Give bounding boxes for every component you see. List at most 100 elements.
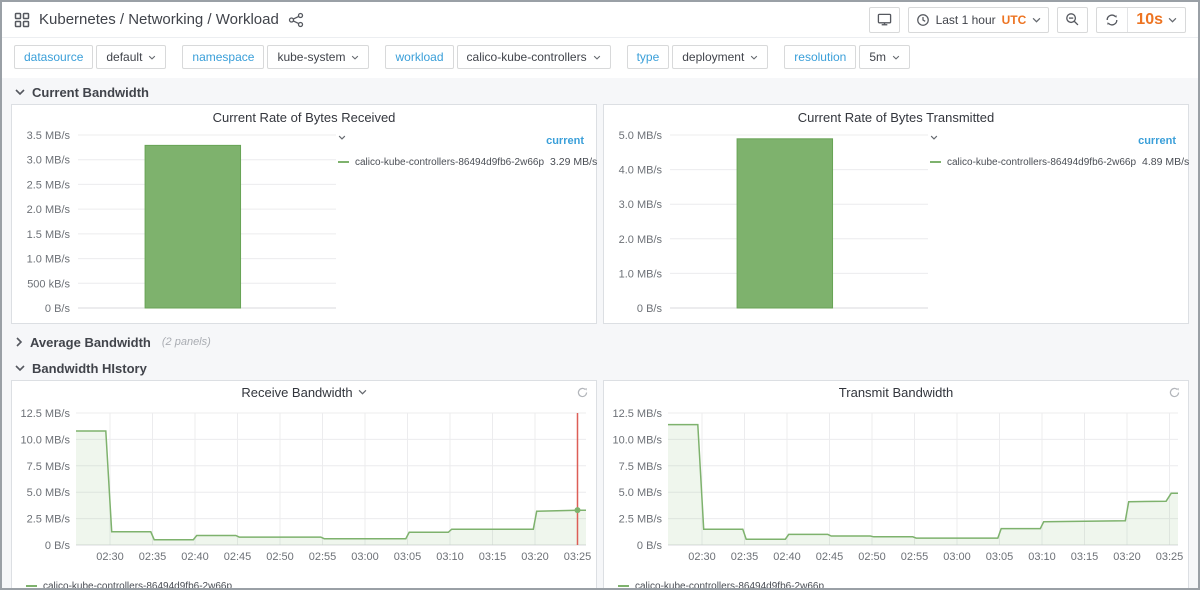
chevron-down-icon	[358, 389, 367, 395]
svg-text:03:15: 03:15	[1071, 551, 1099, 563]
svg-text:02:35: 02:35	[731, 551, 759, 563]
panel-transmit-bandwidth: Transmit Bandwidth 02:3002:3502:4002:450…	[603, 380, 1189, 590]
chevron-down-icon	[1168, 17, 1177, 23]
chevron-down-icon	[148, 55, 156, 60]
variable-label: namespace	[182, 45, 264, 69]
variable-value-dropdown[interactable]: deployment	[672, 45, 768, 69]
dashboard-title[interactable]: Kubernetes / Networking / Workload	[39, 11, 279, 28]
svg-text:03:05: 03:05	[986, 551, 1014, 563]
refresh-icon	[1105, 13, 1119, 27]
panel-title-transmitted[interactable]: Current Rate of Bytes Transmitted	[604, 105, 1188, 129]
svg-text:03:25: 03:25	[564, 551, 592, 563]
panel-title-received[interactable]: Current Rate of Bytes Received	[12, 105, 596, 129]
received-bar-body: 0 B/s500 kB/s1.0 MB/s1.5 MB/s2.0 MB/s2.5…	[12, 129, 596, 323]
svg-text:1.5 MB/s: 1.5 MB/s	[27, 229, 71, 241]
series-color-dash	[618, 585, 629, 587]
variable-value-dropdown[interactable]: default	[96, 45, 166, 69]
variable-resolution: resolution 5m	[784, 45, 910, 69]
refresh-dashboard-button[interactable]	[1097, 8, 1127, 32]
svg-text:02:55: 02:55	[901, 551, 929, 563]
chevron-down-icon	[750, 55, 758, 60]
svg-text:0 B/s: 0 B/s	[45, 540, 71, 552]
svg-text:03:10: 03:10	[1028, 551, 1056, 563]
svg-text:02:45: 02:45	[224, 551, 252, 563]
time-range-label: Last 1 hour	[936, 13, 996, 27]
svg-text:7.5 MB/s: 7.5 MB/s	[619, 461, 663, 473]
apps-dashboard-icon	[14, 12, 30, 28]
svg-text:02:50: 02:50	[266, 551, 294, 563]
receive-bandwidth-chart[interactable]: 02:3002:3502:4002:4502:5002:5503:0003:05…	[12, 403, 596, 569]
transmitted-bar-body: 0 B/s1.0 MB/s2.0 MB/s3.0 MB/s4.0 MB/s5.0…	[604, 129, 1188, 323]
chevron-down-icon	[892, 55, 900, 60]
variable-label: type	[627, 45, 670, 69]
chevron-down-icon	[1032, 17, 1041, 23]
svg-text:7.5 MB/s: 7.5 MB/s	[27, 461, 71, 473]
clock-icon	[916, 13, 930, 27]
svg-text:12.5 MB/s: 12.5 MB/s	[612, 408, 662, 420]
svg-text:0 B/s: 0 B/s	[637, 303, 663, 315]
svg-text:10.0 MB/s: 10.0 MB/s	[20, 434, 70, 446]
legend-series-name[interactable]: calico-kube-controllers-86494d9fb6-2w66p	[355, 157, 544, 168]
svg-text:03:00: 03:00	[351, 551, 379, 563]
chevron-down-icon	[15, 88, 25, 96]
legend-series-name[interactable]: calico-kube-controllers-86494d9fb6-2w66p	[635, 581, 824, 590]
variable-value-dropdown[interactable]: 5m	[859, 45, 910, 69]
legend-series-value: 3.29 MB/s	[550, 156, 597, 168]
chevron-down-icon	[15, 364, 25, 372]
time-range-picker[interactable]: Last 1 hour UTC	[908, 7, 1050, 33]
received-legend: current calico-kube-controllers-86494d9f…	[338, 135, 588, 168]
panel-refresh-spinner-icon	[1168, 386, 1181, 404]
dashboard-variables-bar: datasource default namespace kube-system…	[2, 38, 1198, 78]
panel-receive-bandwidth: Receive Bandwidth 02:3002:3502:4002:4502…	[11, 380, 597, 590]
panel-current-rate-received: Current Rate of Bytes Received 0 B/s500 …	[11, 104, 597, 324]
legend-series-value: 4.89 MB/s	[1142, 156, 1189, 168]
legend-sort-current[interactable]: current	[930, 135, 1180, 147]
transmitted-legend: current calico-kube-controllers-86494d9f…	[930, 135, 1180, 168]
legend-series-name[interactable]: calico-kube-controllers-86494d9fb6-2w66p	[43, 581, 232, 590]
row-bandwidth-history[interactable]: Bandwidth HIstory	[2, 356, 1198, 380]
svg-text:500 kB/s: 500 kB/s	[27, 278, 70, 290]
svg-text:02:35: 02:35	[139, 551, 167, 563]
row-title: Average Bandwidth	[30, 335, 151, 350]
svg-text:2.0 MB/s: 2.0 MB/s	[619, 234, 663, 246]
svg-text:03:05: 03:05	[394, 551, 422, 563]
row-current-bandwidth[interactable]: Current Bandwidth	[2, 80, 1198, 104]
svg-text:02:40: 02:40	[773, 551, 801, 563]
variable-label: datasource	[14, 45, 93, 69]
svg-text:12.5 MB/s: 12.5 MB/s	[20, 408, 70, 420]
row-title: Bandwidth HIstory	[32, 361, 147, 376]
row-average-bandwidth[interactable]: Average Bandwidth (2 panels)	[2, 330, 1198, 354]
variable-value-dropdown[interactable]: kube-system	[267, 45, 369, 69]
series-color-dash	[338, 161, 349, 163]
panel-title-transmit-bandwidth[interactable]: Transmit Bandwidth	[604, 381, 1188, 403]
transmit-bandwidth-chart[interactable]: 02:3002:3502:4002:4502:5002:5503:0003:05…	[604, 403, 1188, 569]
svg-text:02:40: 02:40	[181, 551, 209, 563]
legend-series-name[interactable]: calico-kube-controllers-86494d9fb6-2w66p	[947, 157, 1136, 168]
panel-title-receive-bandwidth[interactable]: Receive Bandwidth	[12, 381, 596, 403]
current-bandwidth-panels: Current Rate of Bytes Received 0 B/s 500 …	[2, 104, 1198, 324]
refresh-interval-dropdown[interactable]: 10s	[1127, 8, 1185, 32]
cycle-view-mode-button[interactable]	[869, 7, 900, 33]
svg-text:2.5 MB/s: 2.5 MB/s	[619, 514, 663, 526]
svg-text:02:30: 02:30	[688, 551, 716, 563]
legend-sort-current[interactable]: current	[338, 135, 588, 147]
svg-text:3.5 MB/s: 3.5 MB/s	[27, 130, 71, 142]
zoom-out-time-range-button[interactable]	[1057, 7, 1088, 33]
svg-text:2.0 MB/s: 2.0 MB/s	[27, 204, 71, 216]
legend-row: calico-kube-controllers-86494d9fb6-2w66p…	[338, 156, 588, 168]
svg-text:2.5 MB/s: 2.5 MB/s	[27, 179, 71, 191]
row-panel-count: (2 panels)	[162, 336, 211, 348]
svg-text:3.0 MB/s: 3.0 MB/s	[619, 199, 663, 211]
svg-text:1.0 MB/s: 1.0 MB/s	[619, 268, 663, 280]
svg-text:03:20: 03:20	[521, 551, 549, 563]
panel-refresh-spinner-icon	[576, 386, 589, 404]
svg-text:5.0 MB/s: 5.0 MB/s	[619, 487, 663, 499]
svg-text:5.0 MB/s: 5.0 MB/s	[619, 130, 663, 142]
svg-text:03:15: 03:15	[479, 551, 507, 563]
variable-value-dropdown[interactable]: calico-kube-controllers	[457, 45, 611, 69]
series-color-dash	[930, 161, 941, 163]
chevron-down-icon	[593, 55, 601, 60]
panel-current-rate-transmitted: Current Rate of Bytes Transmitted 0 B/s 1…	[603, 104, 1189, 324]
variable-datasource: datasource default	[14, 45, 166, 69]
share-icon[interactable]	[288, 12, 304, 28]
